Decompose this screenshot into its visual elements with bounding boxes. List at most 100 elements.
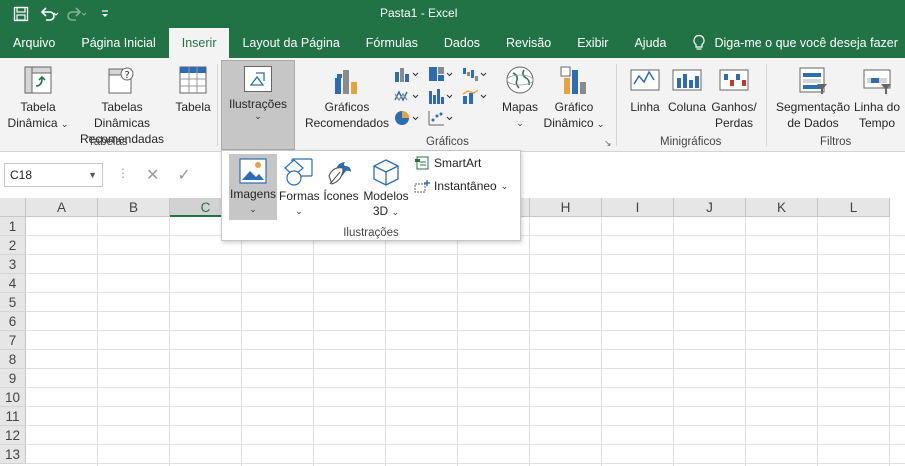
row-header[interactable]: 4: [0, 274, 26, 293]
illustrations-icon: [244, 66, 272, 92]
timeline-label-2: Tempo: [858, 116, 896, 130]
sparkline-column-button[interactable]: Coluna: [666, 64, 708, 115]
group-separator: [616, 64, 617, 146]
column-header[interactable]: A: [26, 198, 98, 217]
row-header[interactable]: 7: [0, 331, 26, 350]
column-header[interactable]: I: [602, 198, 674, 217]
chart-types-row-3: [394, 109, 456, 127]
tab-arquivo[interactable]: Arquivo: [0, 28, 68, 58]
sparkline-winloss-icon: [719, 69, 749, 91]
row-header[interactable]: 11: [0, 407, 26, 426]
cube-icon: [373, 159, 399, 186]
lightbulb-icon: [693, 34, 706, 50]
maps-button[interactable]: Mapas ⌄: [500, 64, 540, 131]
row-header[interactable]: 3: [0, 255, 26, 274]
tab-layout-da-pagina[interactable]: Layout da Página: [229, 28, 352, 58]
timeline-label-1: Linha do: [853, 100, 901, 114]
group-label-graficos: Gráficos: [426, 136, 469, 148]
formula-bar-grip-icon[interactable]: ⋮: [117, 166, 129, 180]
row-header[interactable]: 5: [0, 293, 26, 312]
sparkline-winloss-button[interactable]: Ganhos/ Perdas: [710, 64, 758, 131]
column-header[interactable]: J: [674, 198, 746, 217]
sparkline-winloss-label-2: Perdas: [714, 116, 754, 130]
3d-models-label-2: 3D: [372, 204, 389, 218]
line-chart-icon[interactable]: [394, 87, 422, 105]
column-chart-icon[interactable]: [394, 65, 422, 83]
images-button[interactable]: Imagens ⌄: [229, 154, 277, 220]
statistic-chart-icon[interactable]: [428, 87, 456, 105]
scatter-chart-icon[interactable]: [428, 109, 456, 127]
tab-pagina-inicial[interactable]: Página Inicial: [68, 28, 168, 58]
pivot-chart-button[interactable]: Gráfico Dinâmico ⌄: [543, 64, 605, 132]
chart-types-row-1: [394, 65, 490, 83]
icons-button[interactable]: Ícones: [321, 154, 361, 220]
recommended-pivot-label-1: Tabelas Dinâmicas: [93, 100, 150, 130]
pivot-table-label-1: Tabela: [20, 100, 56, 114]
title-bar: Pasta1 - Excel: [0, 0, 905, 28]
tab-inserir[interactable]: Inserir: [168, 28, 230, 58]
recommended-charts-button[interactable]: Gráficos Recomendados: [304, 64, 390, 131]
globe-icon: [506, 66, 534, 94]
tab-ajuda[interactable]: Ajuda: [621, 28, 679, 58]
screenshot-icon: [414, 180, 430, 193]
row-header[interactable]: 10: [0, 388, 26, 407]
sparkline-line-button[interactable]: Linha: [626, 64, 664, 115]
row-header[interactable]: 13: [0, 445, 26, 464]
pie-chart-icon[interactable]: [394, 109, 422, 127]
name-box-dropdown-icon[interactable]: ▼: [88, 164, 97, 186]
recommended-charts-icon: [335, 70, 357, 94]
timeline-button[interactable]: Linha do Tempo: [853, 64, 901, 131]
tab-revisao[interactable]: Revisão: [493, 28, 564, 58]
pivot-chart-label-1: Gráfico: [554, 100, 594, 114]
table-button[interactable]: Tabela: [173, 64, 213, 115]
tab-dados[interactable]: Dados: [431, 28, 493, 58]
hierarchy-chart-icon[interactable]: [428, 65, 456, 83]
name-box-value: C18: [10, 168, 33, 182]
tab-formulas[interactable]: Fórmulas: [353, 28, 431, 58]
tell-me-search[interactable]: Diga-me o que você deseja fazer: [679, 28, 905, 58]
column-header[interactable]: K: [746, 198, 818, 217]
dialog-launcher-icon[interactable]: ↘: [604, 138, 612, 149]
column-header[interactable]: B: [98, 198, 170, 217]
sparkline-column-label: Coluna: [667, 100, 707, 114]
table-icon: [179, 66, 207, 94]
slicer-button[interactable]: Segmentação de Dados: [774, 64, 852, 131]
shapes-icon: [284, 158, 313, 186]
pivot-table-label-2: Dinâmica: [7, 116, 58, 130]
row-header[interactable]: 8: [0, 350, 26, 369]
combo-chart-icon[interactable]: [462, 87, 490, 105]
screenshot-button[interactable]: Instantâneo ⌄: [414, 179, 508, 193]
shapes-button[interactable]: Formas ⌄: [279, 154, 320, 220]
sparkline-winloss-label-1: Ganhos/: [711, 100, 757, 114]
cell-area[interactable]: [26, 217, 905, 466]
sparkline-column-icon: [672, 69, 702, 91]
recommended-pivot-button[interactable]: ? Tabelas Dinâmicas Recomendadas: [72, 64, 172, 147]
row-header[interactable]: 2: [0, 236, 26, 255]
enter-icon[interactable]: ✓: [177, 165, 190, 185]
tell-me-label: Diga-me o que você deseja fazer: [714, 36, 898, 50]
shapes-label: Formas: [279, 189, 320, 203]
row-header[interactable]: 12: [0, 426, 26, 445]
group-separator: [766, 64, 767, 146]
row-header[interactable]: 6: [0, 312, 26, 331]
column-header[interactable]: L: [818, 198, 890, 217]
group-label-filtros: Filtros: [820, 136, 852, 148]
smartart-button[interactable]: SmartArt: [414, 156, 481, 170]
smartart-icon: [415, 156, 429, 170]
3d-models-button[interactable]: Modelos 3D ⌄: [363, 154, 409, 220]
select-all-corner[interactable]: [0, 198, 26, 217]
cancel-icon[interactable]: ✕: [146, 165, 159, 185]
illustrations-button[interactable]: Ilustrações ⌄: [221, 60, 295, 150]
waterfall-chart-icon[interactable]: [462, 65, 490, 83]
recommended-charts-label-1: Gráficos: [324, 100, 370, 114]
name-box[interactable]: C18 ▼: [4, 163, 103, 187]
pivot-table-button[interactable]: Tabela Dinâmica ⌄: [6, 64, 70, 132]
row-header[interactable]: 1: [0, 217, 26, 236]
3d-models-label-1: Modelos: [363, 189, 409, 203]
pivot-table-icon: [24, 66, 52, 94]
row-header[interactable]: 9: [0, 369, 26, 388]
images-label: Imagens: [229, 187, 277, 201]
tab-exibir[interactable]: Exibir: [564, 28, 621, 58]
column-header[interactable]: H: [530, 198, 602, 217]
icons-icon: [328, 162, 351, 185]
